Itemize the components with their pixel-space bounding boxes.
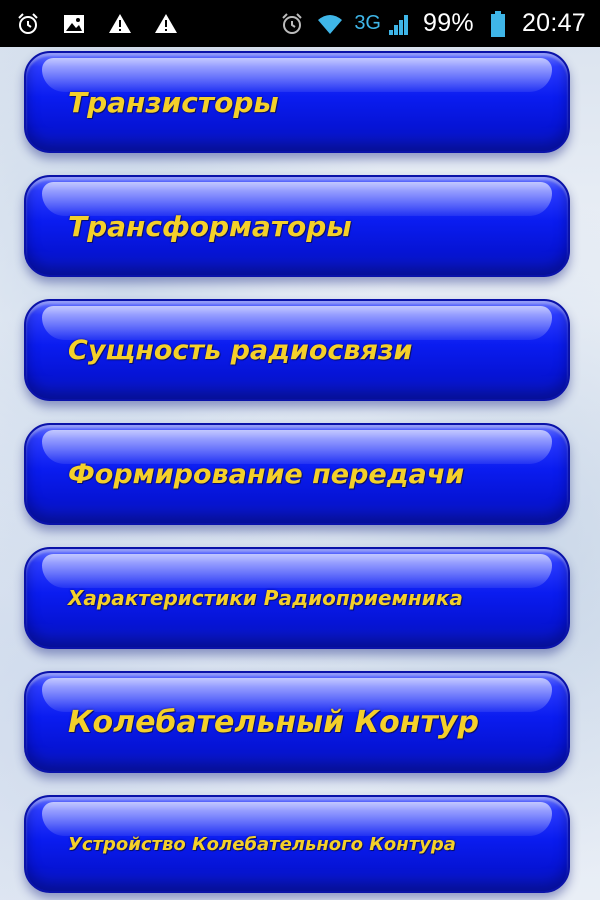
menu-button-oscillating-circuit-device[interactable]: Устройство Колебательного Контура	[24, 795, 570, 893]
menu-button-label: Устройство Колебательного Контура	[68, 833, 456, 855]
menu-button-oscillating-circuit[interactable]: Колебательный Контур	[24, 671, 570, 773]
menu-button-label: Характеристики Радиоприемника	[68, 586, 463, 610]
notification-icons	[14, 10, 180, 38]
network-type: 3G	[354, 12, 381, 34]
menu-button-label: Сущность радиосвязи	[68, 334, 413, 366]
menu-button-radio-essence[interactable]: Сущность радиосвязи	[24, 299, 570, 401]
main-menu: Транзисторы Трансформаторы Сущность ради…	[0, 47, 600, 900]
alarm-clock-icon	[14, 10, 42, 38]
warning-icon	[106, 10, 134, 38]
alarm-icon	[278, 10, 306, 38]
warning-icon	[152, 10, 180, 38]
signal-icon	[385, 10, 413, 38]
image-icon	[60, 10, 88, 38]
battery-percent: 99%	[423, 9, 474, 37]
menu-button-transmission-forming[interactable]: Формирование передачи	[24, 423, 570, 525]
wifi-icon	[316, 10, 344, 38]
menu-button-receiver-characteristics[interactable]: Характеристики Радиоприемника	[24, 547, 570, 649]
status-bar: 3G 99% 20:47	[0, 0, 600, 47]
menu-button-label: Колебательный Контур	[68, 704, 479, 740]
menu-button-transistors[interactable]: Транзисторы	[24, 51, 570, 153]
menu-button-label: Трансформаторы	[68, 209, 352, 243]
clock: 20:47	[521, 9, 586, 37]
menu-button-label: Транзисторы	[68, 85, 279, 119]
menu-button-transformers[interactable]: Трансформаторы	[24, 175, 570, 277]
menu-button-label: Формирование передачи	[68, 458, 465, 490]
system-icons: 3G 99% 20:47	[278, 9, 586, 38]
battery-icon	[484, 10, 512, 38]
